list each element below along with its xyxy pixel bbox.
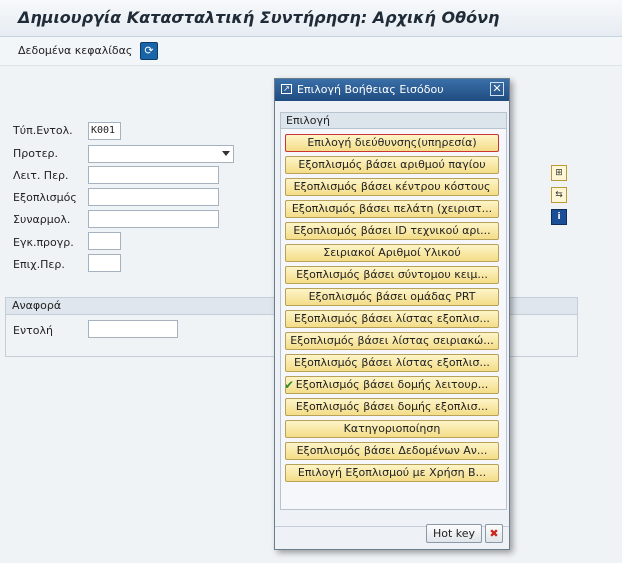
hot-key-button[interactable]: Hot key bbox=[426, 524, 482, 543]
input-help-option[interactable]: Εξοπλισμός βάσει λίστας εξοπλισ... bbox=[285, 354, 499, 372]
input-help-option-label: Εξοπλισμός βάσει κέντρου κόστους bbox=[293, 180, 491, 193]
window-title: Δημιουργία Κατασταλτική Συντήρηση: Αρχικ… bbox=[18, 8, 500, 27]
input-help-option-label: Εξοπλισμός βάσει λίστας εξοπλισ... bbox=[294, 356, 490, 369]
input-help-option[interactable]: Εξοπλισμός βάσει Δεδομένων Αν... bbox=[285, 442, 499, 460]
input-help-option[interactable]: Σειριακοί Αριθμοί Υλικού bbox=[285, 244, 499, 262]
title-bar: Δημιουργία Κατασταλτική Συντήρηση: Αρχικ… bbox=[0, 0, 622, 37]
input-help-option-label: Εξοπλισμός βάσει Δεδομένων Αν... bbox=[296, 444, 488, 457]
func-loc-label: Λειτ. Περ. bbox=[13, 169, 69, 182]
chevron-down-icon[interactable] bbox=[222, 151, 230, 156]
input-help-option-label: Εξοπλισμός βάσει λίστας εξοπλισ... bbox=[294, 312, 490, 325]
input-help-option-label: Εξοπλισμός βάσει πελάτη (χειριστ... bbox=[291, 202, 493, 215]
hierarchy-icon[interactable]: ⊞ bbox=[551, 165, 567, 181]
priority-dropdown[interactable] bbox=[88, 145, 234, 163]
input-help-option-label: Επιλογή διεύθυνσης(υπηρεσία) bbox=[307, 136, 477, 149]
checkmark-icon: ✔ bbox=[285, 378, 295, 392]
dialog-window-icon: ↗ bbox=[281, 84, 292, 94]
input-help-option[interactable]: Κατηγοριοποίηση bbox=[285, 420, 499, 438]
input-help-option-label: Σειριακοί Αριθμοί Υλικού bbox=[323, 246, 461, 259]
planning-plant-field[interactable] bbox=[88, 232, 121, 250]
input-help-option-label: Εξοπλισμός βάσει δομής λειτουρ... bbox=[295, 378, 489, 391]
order-type-field[interactable]: K001 bbox=[88, 122, 121, 140]
input-help-option[interactable]: Εξοπλισμός βάσει ID τεχνικού αρι... bbox=[285, 222, 499, 240]
func-loc-field[interactable] bbox=[88, 166, 219, 184]
input-help-option-label: Κατηγοριοποίηση bbox=[343, 422, 441, 435]
input-help-option[interactable]: Εξοπλισμός βάσει λίστας εξοπλισ... bbox=[285, 310, 499, 328]
planner-group-field[interactable] bbox=[88, 254, 121, 272]
dialog-title-bar: ↗ Επιλογή Βοήθειας Εισόδου ✕ bbox=[275, 79, 509, 101]
planner-group-label: Επιχ.Περ. bbox=[13, 258, 65, 271]
input-help-option[interactable]: Εξοπλισμός βάσει πελάτη (χειριστ... bbox=[285, 200, 499, 218]
equipment-field[interactable] bbox=[88, 188, 219, 206]
input-help-option[interactable]: Εξοπλισμός βάσει σύντομου κειμ... bbox=[285, 266, 499, 284]
input-help-option[interactable]: Εξοπλισμός βάσει λίστας σειριακώ... bbox=[285, 332, 499, 350]
cancel-button[interactable]: ✖ bbox=[485, 524, 503, 543]
input-help-option-label: Εξοπλισμός βάσει ID τεχνικού αρι... bbox=[293, 224, 491, 237]
structure-icon[interactable]: ⇆ bbox=[551, 187, 567, 203]
input-help-option[interactable]: Εξοπλισμός βάσει δομής εξοπλισ... bbox=[285, 398, 499, 416]
input-help-option-label: Επιλογή Εξοπλισμού με Χρήση Β... bbox=[297, 466, 487, 479]
planning-plant-label: Εγκ.προγρ. bbox=[13, 236, 74, 249]
assembly-label: Συναρμολ. bbox=[13, 213, 71, 226]
dialog-title: Επιλογή Βοήθειας Εισόδου bbox=[297, 83, 444, 96]
input-help-option-label: Εξοπλισμός βάσει ομάδας PRT bbox=[308, 290, 476, 303]
input-help-option-label: Εξοπλισμός βάσει σύντομου κειμ... bbox=[296, 268, 488, 281]
input-help-option[interactable]: Επιλογή διεύθυνσης(υπηρεσία) bbox=[285, 134, 499, 152]
input-help-option-label: Εξοπλισμός βάσει λίστας σειριακώ... bbox=[290, 334, 494, 347]
priority-label: Προτερ. bbox=[13, 147, 59, 160]
header-data-button[interactable]: Δεδομένα κεφαλίδας bbox=[18, 44, 132, 57]
equipment-label: Εξοπλισμός bbox=[13, 191, 77, 204]
close-icon[interactable]: ✕ bbox=[490, 82, 504, 96]
reference-order-field[interactable] bbox=[88, 320, 178, 338]
refresh-icon[interactable]: ⟳ bbox=[140, 42, 158, 60]
application-toolbar: Δεδομένα κεφαλίδας ⟳ bbox=[0, 37, 622, 66]
input-help-option-label: Εξοπλισμός βάσει αριθμού παγίου bbox=[298, 158, 486, 171]
selection-group-title: Επιλογή bbox=[281, 113, 506, 129]
assembly-field[interactable] bbox=[88, 210, 219, 228]
input-help-dialog: ↗ Επιλογή Βοήθειας Εισόδου ✕ Επιλογή Επι… bbox=[274, 78, 510, 550]
input-help-option[interactable]: Εξοπλισμός βάσει αριθμού παγίου bbox=[285, 156, 499, 174]
info-icon[interactable]: i bbox=[551, 209, 567, 225]
input-help-option[interactable]: Επιλογή Εξοπλισμού με Χρήση Β... bbox=[285, 464, 499, 482]
input-help-option[interactable]: Εξοπλισμός βάσει ομάδας PRT bbox=[285, 288, 499, 306]
input-help-option[interactable]: ✔ Εξοπλισμός βάσει δομής λειτουρ... bbox=[285, 376, 499, 394]
input-help-option[interactable]: Εξοπλισμός βάσει κέντρου κόστους bbox=[285, 178, 499, 196]
input-help-option-label: Εξοπλισμός βάσει δομής εξοπλισ... bbox=[295, 400, 489, 413]
order-type-label: Τύπ.Εντολ. bbox=[13, 124, 73, 137]
reference-order-label: Εντολή bbox=[13, 324, 53, 337]
side-icon-bar: ⊞ ⇆ i bbox=[551, 165, 569, 231]
